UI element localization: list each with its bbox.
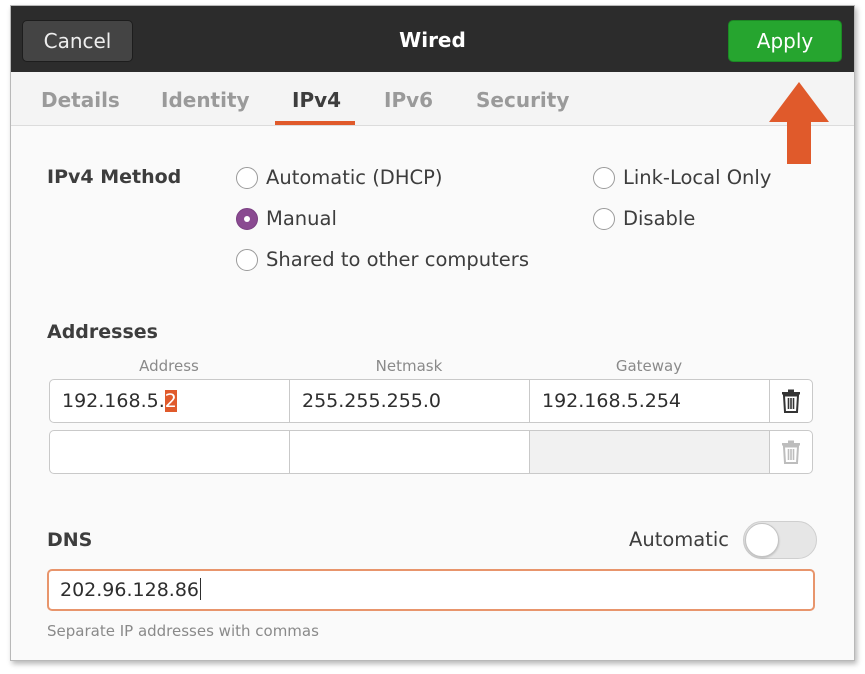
address-row bbox=[49, 430, 813, 474]
radio-unchecked-icon bbox=[236, 167, 258, 189]
radio-unchecked-icon bbox=[593, 208, 615, 230]
radio-automatic-dhcp[interactable]: Automatic (DHCP) bbox=[236, 164, 442, 192]
tab-bar: Details Identity IPv4 IPv6 Security bbox=[11, 72, 854, 126]
address-input[interactable]: 192.168.5.2 bbox=[49, 379, 290, 423]
ipv4-method-label: IPv4 Method bbox=[47, 166, 182, 188]
radio-unchecked-icon bbox=[236, 249, 258, 271]
radio-label: Disable bbox=[623, 207, 696, 230]
radio-disable[interactable]: Disable bbox=[593, 205, 695, 233]
dns-automatic-toggle[interactable] bbox=[743, 521, 817, 559]
address-row: 192.168.5.2 255.255.255.0 192.168.5.254 bbox=[49, 379, 813, 423]
column-header-gateway: Gateway bbox=[615, 357, 683, 375]
trash-icon bbox=[782, 389, 800, 413]
tab-ipv6[interactable]: IPv6 bbox=[384, 88, 433, 112]
address-value: 192.168.5. bbox=[62, 390, 165, 412]
address-input[interactable] bbox=[49, 430, 290, 474]
radio-link-local-only[interactable]: Link-Local Only bbox=[593, 164, 771, 192]
netmask-input[interactable]: 255.255.255.0 bbox=[289, 379, 530, 423]
radio-manual[interactable]: Manual bbox=[236, 205, 337, 233]
gateway-input[interactable]: 192.168.5.254 bbox=[529, 379, 770, 423]
column-header-address: Address bbox=[139, 357, 199, 375]
toggle-knob bbox=[745, 523, 779, 557]
gateway-input bbox=[529, 430, 770, 474]
radio-unchecked-icon bbox=[593, 167, 615, 189]
addresses-label: Addresses bbox=[47, 321, 158, 343]
dns-automatic-label: Automatic bbox=[629, 528, 730, 551]
dns-input[interactable]: 202.96.128.86 bbox=[47, 569, 815, 611]
tab-ipv4[interactable]: IPv4 bbox=[292, 88, 341, 112]
column-header-netmask: Netmask bbox=[375, 357, 443, 375]
up-arrow-icon bbox=[769, 82, 829, 164]
delete-address-button bbox=[769, 430, 813, 474]
tab-security[interactable]: Security bbox=[476, 88, 569, 112]
delete-address-button[interactable] bbox=[769, 379, 813, 423]
header-bar: Cancel Wired Apply bbox=[11, 6, 854, 72]
apply-button[interactable]: Apply bbox=[728, 20, 842, 62]
tab-details[interactable]: Details bbox=[41, 88, 120, 112]
radio-label: Link-Local Only bbox=[623, 166, 772, 189]
radio-checked-icon bbox=[236, 208, 258, 230]
trash-icon bbox=[782, 440, 800, 464]
radio-shared[interactable]: Shared to other computers bbox=[236, 246, 529, 274]
radio-label: Manual bbox=[266, 207, 337, 230]
netmask-input[interactable] bbox=[289, 430, 530, 474]
wired-settings-dialog: Cancel Wired Apply Details Identity IPv4… bbox=[10, 5, 855, 661]
dns-label: DNS bbox=[47, 529, 93, 551]
radio-label: Automatic (DHCP) bbox=[266, 166, 443, 189]
radio-label: Shared to other computers bbox=[266, 248, 529, 271]
tab-identity[interactable]: Identity bbox=[161, 88, 250, 112]
selected-text: 2 bbox=[164, 390, 177, 412]
text-cursor bbox=[200, 578, 202, 600]
dns-value: 202.96.128.86 bbox=[60, 579, 200, 601]
dns-hint: Separate IP addresses with commas bbox=[47, 622, 319, 640]
active-tab-indicator bbox=[275, 121, 355, 125]
